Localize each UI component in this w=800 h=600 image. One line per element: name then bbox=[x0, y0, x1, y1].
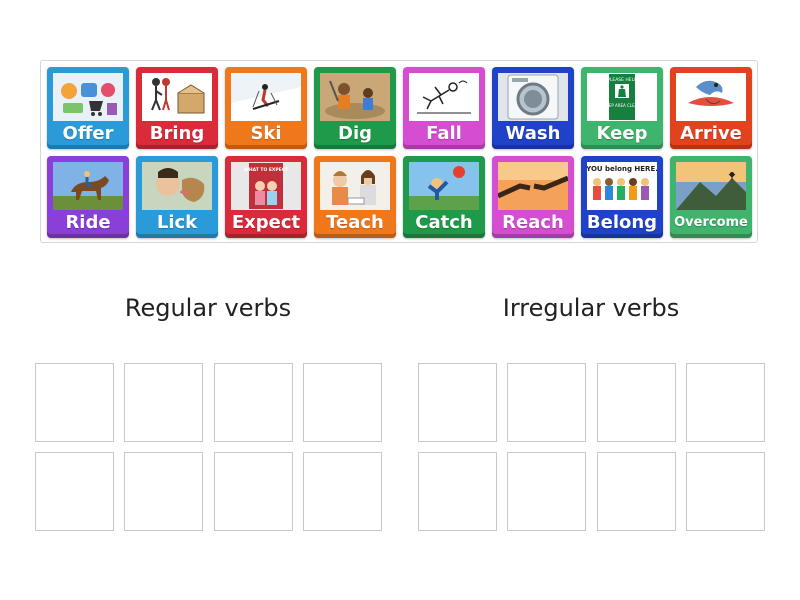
shopping-icons-image bbox=[53, 73, 123, 121]
word-tray: Offer Bring Ski Dig Fall Wash PLEASE HELP KEEP … bbox=[40, 60, 758, 243]
word-card-keep[interactable]: PLEASE HELP KEEP AREA CLEAN Keep bbox=[581, 67, 663, 149]
irregular-verbs-slot[interactable] bbox=[418, 452, 497, 531]
irregular-verbs-slot[interactable] bbox=[686, 363, 765, 442]
word-card-label: Fall bbox=[426, 123, 462, 144]
word-card-expect[interactable]: WHAT TO EXPECT Expect bbox=[225, 156, 307, 238]
arrive-bird-image bbox=[676, 73, 746, 121]
dog-licking-image bbox=[142, 162, 212, 210]
belong-banner-text: YOU belong HERE. bbox=[587, 165, 657, 173]
word-card-bring[interactable]: Bring bbox=[136, 67, 218, 149]
regular-verbs-slot[interactable] bbox=[214, 452, 293, 531]
regular-verbs-slot[interactable] bbox=[214, 363, 293, 442]
falling-person-image bbox=[409, 73, 479, 121]
word-card-offer[interactable]: Offer bbox=[47, 67, 129, 149]
word-card-ski[interactable]: Ski bbox=[225, 67, 307, 149]
irregular-verbs-slot[interactable] bbox=[507, 363, 586, 442]
word-card-overcome[interactable]: Overcome bbox=[670, 156, 752, 238]
keep-sign-top-text: PLEASE HELP bbox=[607, 77, 637, 83]
word-card-label: Catch bbox=[415, 212, 473, 233]
word-card-label: Dig bbox=[338, 123, 372, 144]
word-card-label: Ski bbox=[250, 123, 282, 144]
word-card-lick[interactable]: Lick bbox=[136, 156, 218, 238]
mountain-summit-image bbox=[676, 162, 746, 210]
reaching-hands-image bbox=[498, 162, 568, 210]
word-card-teach[interactable]: Teach bbox=[314, 156, 396, 238]
word-card-fall[interactable]: Fall bbox=[403, 67, 485, 149]
word-card-wash[interactable]: Wash bbox=[492, 67, 574, 149]
word-card-label: Ride bbox=[65, 212, 111, 233]
regular-verbs-slot[interactable] bbox=[35, 452, 114, 531]
regular-verbs-slot[interactable] bbox=[124, 363, 203, 442]
word-card-label: Offer bbox=[62, 123, 114, 144]
word-card-label: Overcome bbox=[674, 215, 748, 230]
word-card-catch[interactable]: Catch bbox=[403, 156, 485, 238]
irregular-verbs-slot[interactable] bbox=[418, 363, 497, 442]
word-card-label: Teach bbox=[326, 212, 384, 233]
horse-rider-image bbox=[53, 162, 123, 210]
catching-ball-image bbox=[409, 162, 479, 210]
carrying-box-image bbox=[142, 73, 212, 121]
word-card-label: Arrive bbox=[680, 123, 742, 144]
regular-verbs-heading: Regular verbs bbox=[124, 294, 292, 322]
irregular-verbs-slot[interactable] bbox=[507, 452, 586, 531]
skier-image bbox=[231, 73, 301, 121]
you-belong-here-image: YOU belong HERE. bbox=[587, 162, 657, 210]
regular-verbs-slot[interactable] bbox=[303, 363, 382, 442]
irregular-verbs-slot[interactable] bbox=[597, 452, 676, 531]
irregular-verbs-slot[interactable] bbox=[686, 452, 765, 531]
regular-verbs-slot[interactable] bbox=[35, 363, 114, 442]
regular-verbs-slot[interactable] bbox=[303, 452, 382, 531]
word-card-label: Belong bbox=[586, 212, 658, 233]
word-card-label: Reach bbox=[502, 212, 564, 233]
book-cover-image: WHAT TO EXPECT bbox=[231, 162, 301, 210]
word-card-label: Expect bbox=[231, 212, 301, 233]
keep-area-clean-sign-image: PLEASE HELP KEEP AREA CLEAN bbox=[587, 73, 657, 121]
keep-sign-bottom-text: KEEP AREA CLEAN bbox=[604, 103, 641, 108]
washing-machine-image bbox=[498, 73, 568, 121]
word-card-arrive[interactable]: Arrive bbox=[670, 67, 752, 149]
word-card-label: Bring bbox=[149, 123, 205, 144]
word-card-dig[interactable]: Dig bbox=[314, 67, 396, 149]
word-card-label: Keep bbox=[596, 123, 648, 144]
digging-image bbox=[320, 73, 390, 121]
word-card-reach[interactable]: Reach bbox=[492, 156, 574, 238]
regular-verbs-slot[interactable] bbox=[124, 452, 203, 531]
irregular-verbs-heading: Irregular verbs bbox=[502, 294, 680, 322]
word-card-label: Lick bbox=[156, 212, 198, 233]
irregular-verbs-slot[interactable] bbox=[597, 363, 676, 442]
word-card-label: Wash bbox=[505, 123, 561, 144]
word-card-ride[interactable]: Ride bbox=[47, 156, 129, 238]
teacher-student-image bbox=[320, 162, 390, 210]
expect-book-text: WHAT TO EXPECT bbox=[244, 167, 289, 173]
word-card-belong[interactable]: YOU belong HERE. Belong bbox=[581, 156, 663, 238]
